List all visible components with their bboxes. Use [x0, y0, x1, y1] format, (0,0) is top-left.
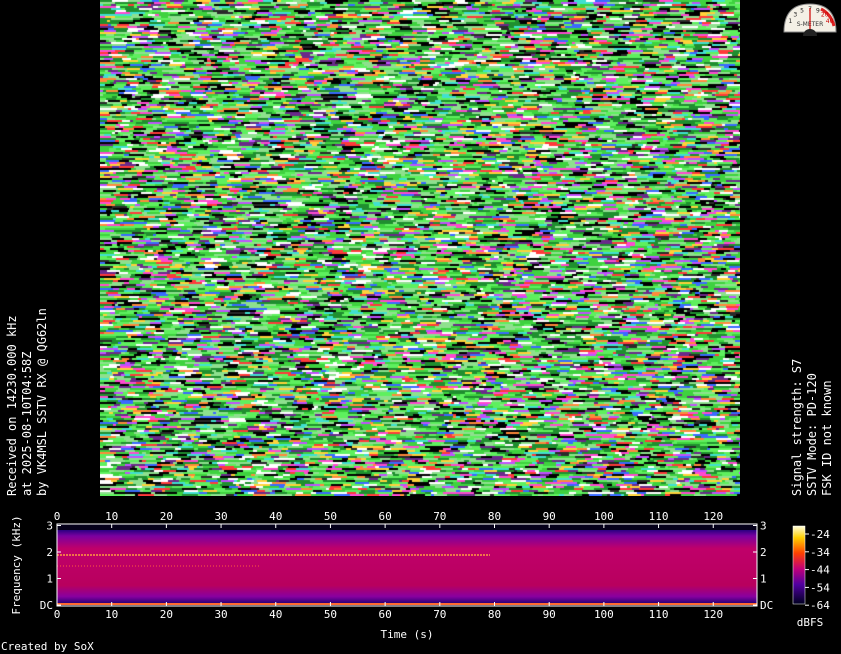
x-tick-label-bottom: 40 — [269, 608, 282, 621]
spectrogram-panel: 0 10 20 30 40 50 60 70 80 90 100 110 120 0 10 20 30 40 50… — [1, 510, 830, 653]
y-tick-label-right: 3 — [760, 520, 767, 533]
rx-time-text: at 2025-08-10T04:58Z — [20, 351, 34, 497]
s-meter-gauge: 135792040 S-METER — [783, 3, 837, 36]
x-axis-label: Time (s) — [381, 628, 434, 641]
x-tick-label-top: 20 — [160, 510, 173, 523]
signal-info: Signal strength: S7 SSTV Mode: PD-120 FS… — [790, 359, 835, 496]
s-meter-scale-label: 3 — [793, 12, 797, 19]
x-tick-label-bottom: 60 — [379, 608, 392, 621]
x-tick-label-bottom: 10 — [105, 608, 118, 621]
x-tick-label-bottom: 90 — [543, 608, 556, 621]
y-tick-label-left: 2 — [46, 546, 53, 559]
x-tick-label-bottom: 70 — [433, 608, 446, 621]
x-tick-label-bottom: 30 — [214, 608, 227, 621]
x-tick-label-bottom: 0 — [54, 608, 61, 621]
rx-station-text: by VK4MSL SSTV RX @ QG62ln — [35, 308, 49, 496]
y-tick-label-right: DC — [760, 599, 773, 612]
credit-text: Created by SoX — [1, 640, 94, 653]
sstv-mode-text: SSTV Mode: PD-120 — [805, 373, 819, 496]
fsk-id-text: FSK ID not known — [820, 380, 834, 496]
y-axis-label: Frequency (kHz) — [10, 515, 23, 614]
x-tick-label-bottom: 110 — [649, 608, 669, 621]
y-tick-label-right: 2 — [760, 546, 767, 559]
signal-strength-text: Signal strength: S7 — [790, 358, 804, 496]
x-tick-label-bottom: 120 — [703, 608, 723, 621]
x-tick-label-top: 30 — [214, 510, 227, 523]
y-tick-label-left: 3 — [46, 520, 53, 533]
x-tick-label-bottom: 50 — [324, 608, 337, 621]
rx-frequency-text: Received on 14230.000 kHz — [5, 315, 19, 496]
colorbar — [792, 525, 806, 605]
y-tick-label-left: DC — [40, 599, 53, 612]
x-tick-label-bottom: 80 — [488, 608, 501, 621]
colorbar-tick-label: -64 — [810, 599, 830, 612]
x-tick-label-top: 90 — [543, 510, 556, 523]
colorbar-tick-label: -34 — [810, 546, 830, 559]
x-tick-label-top: 0 — [54, 510, 61, 523]
x-tick-label-top: 10 — [105, 510, 118, 523]
spectrogram-band — [57, 530, 757, 604]
y-tick-label-right: 1 — [760, 573, 767, 586]
colorbar-tick-label: -44 — [810, 564, 830, 577]
s-meter-scale-label: 40 — [826, 18, 834, 25]
x-tick-label-top: 50 — [324, 510, 337, 523]
x-tick-label-top: 80 — [488, 510, 501, 523]
y-tick-label-left: 1 — [46, 573, 53, 586]
sstv-received-image — [100, 0, 740, 496]
reception-info: Received on 14230.000 kHz at 2025-08-10T… — [5, 308, 50, 496]
colorbar-tick-label: -24 — [810, 528, 830, 541]
s-meter-scale-label: 9 — [816, 8, 820, 15]
x-tick-label-top: 120 — [703, 510, 723, 523]
colorbar-unit-label: dBFS — [797, 616, 824, 629]
x-tick-label-top: 100 — [594, 510, 614, 523]
x-tick-label-top: 40 — [269, 510, 282, 523]
colorbar-tick-label: -54 — [810, 581, 830, 594]
x-tick-label-bottom: 100 — [594, 608, 614, 621]
x-tick-label-bottom: 20 — [160, 608, 173, 621]
s-meter-scale-label: 1 — [788, 18, 792, 25]
s-meter-scale-label: 5 — [800, 8, 804, 15]
x-tick-label-top: 60 — [379, 510, 392, 523]
x-tick-label-top: 110 — [649, 510, 669, 523]
x-tick-label-top: 70 — [433, 510, 446, 523]
